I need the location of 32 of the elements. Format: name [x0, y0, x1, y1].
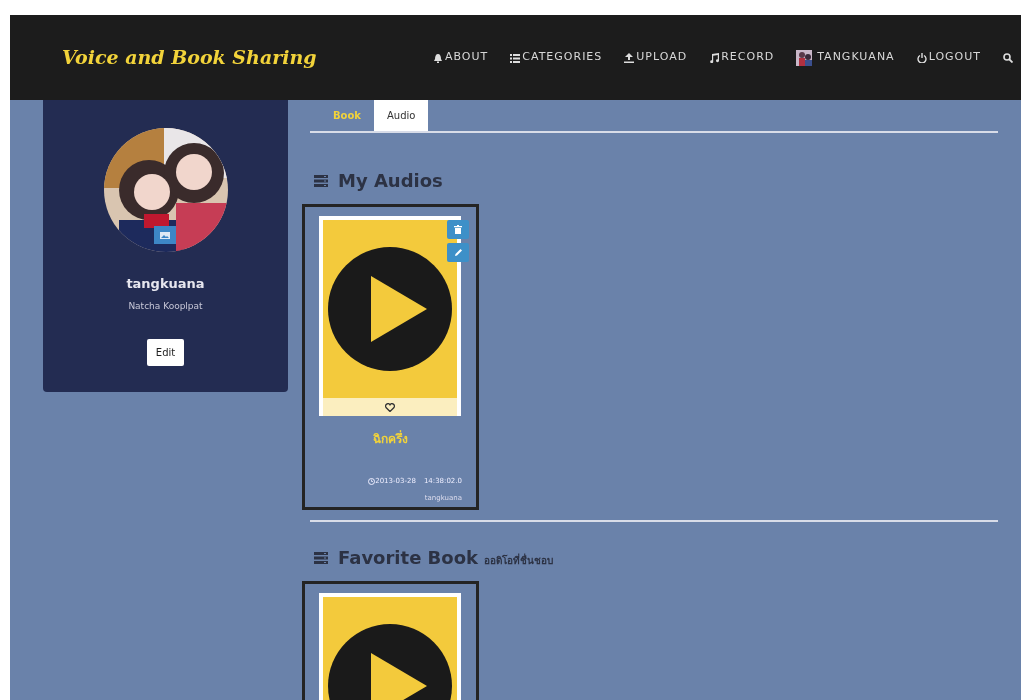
nav-link[interactable]: CATEGORIES — [510, 49, 603, 66]
music-note-icon — [709, 52, 720, 63]
full-name: Natcha Kooplpat — [128, 299, 203, 313]
tab[interactable]: Audio — [374, 100, 429, 131]
nav-link[interactable]: RECORD — [709, 49, 775, 66]
list-icon — [314, 174, 328, 187]
audio-cover[interactable] — [323, 220, 457, 398]
upload-icon — [624, 52, 635, 63]
edit-button[interactable] — [447, 243, 469, 262]
clock-icon — [368, 477, 376, 485]
play-icon — [327, 246, 453, 372]
site-logo[interactable]: Voice and Book Sharing — [62, 43, 317, 72]
search-icon — [1003, 52, 1013, 63]
nav-link[interactable]: TANGKUANA — [796, 49, 895, 66]
list-icon — [314, 551, 328, 564]
nav-link[interactable]: UPLOAD — [624, 49, 688, 66]
bell-icon — [432, 52, 443, 63]
username: tangkuana — [126, 275, 205, 293]
heart-icon — [385, 402, 395, 412]
nav-link[interactable]: LOGOUT — [916, 49, 981, 66]
list-icon — [510, 52, 521, 63]
trash-icon — [454, 225, 462, 234]
search-button[interactable] — [1003, 52, 1013, 63]
photo-icon[interactable] — [153, 226, 176, 244]
nav-link[interactable]: ABOUT — [432, 49, 489, 66]
delete-button[interactable] — [447, 220, 469, 239]
power-icon — [916, 52, 927, 63]
section-heading: My Audios — [338, 169, 443, 193]
section-subtitle: ออดิโอที่ชื่นชอบ — [484, 553, 554, 568]
edit-button[interactable]: Edit — [146, 339, 185, 366]
section-heading: Favorite Book — [338, 546, 479, 570]
pencil-icon — [453, 248, 463, 257]
